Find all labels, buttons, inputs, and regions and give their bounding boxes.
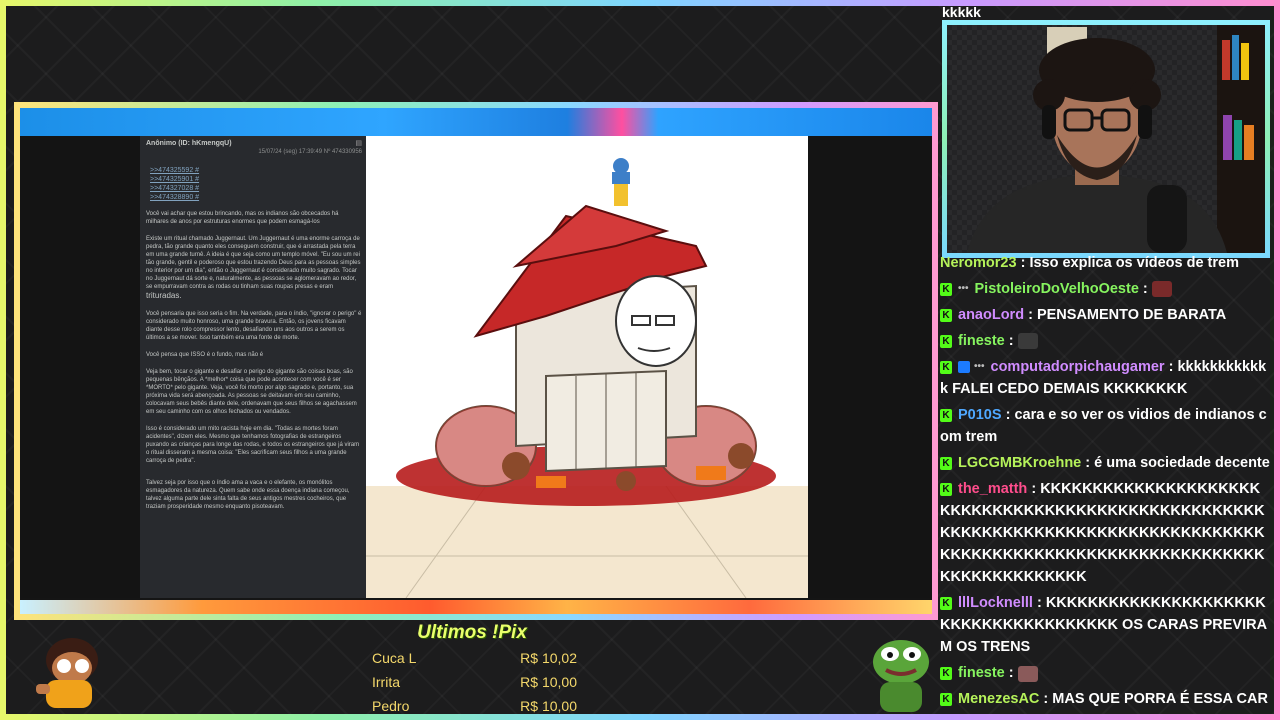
pix-row: Irrita R$ 10,00 [372, 670, 577, 694]
post-paragraph: Isso é considerado um mito racista hoje … [146, 426, 360, 464]
chat-text: é uma sociedade decente [1094, 455, 1270, 472]
chat-message: KlllLocknelll : KKKKKKKKKKKKKKKKKKKKKKKK… [940, 595, 1268, 656]
reply-link[interactable]: >>474325592 # [150, 166, 362, 175]
post-datetime: 15/07/24 (seg) 17:39:49 Nº 474330956 [258, 149, 362, 155]
pix-title: Ultimos !Pix [417, 622, 527, 643]
post-paragraph: Você pensaria que isso seria o fim. Na v… [146, 311, 362, 341]
streamer-avatar-icon [36, 638, 98, 708]
kick-badge-icon: K [940, 667, 952, 681]
chat-message: K ••• PistoleiroDoVelhoOeste : [940, 278, 1270, 300]
pix-amount: R$ 10,00 [520, 674, 577, 690]
chat-username[interactable]: P010S [958, 407, 1002, 423]
chat-panel: Neromor23 : Isso explica os vídeos de tr… [940, 252, 1270, 714]
pix-row: Pedro R$ 10,00 [372, 694, 577, 718]
chat-username[interactable]: anaoLord [958, 307, 1024, 323]
chat-username[interactable]: fineste [958, 333, 1005, 349]
chat-username[interactable]: PistoleiroDoVelhoOeste [975, 281, 1139, 297]
juggernaut-drawing [366, 158, 808, 598]
post-menu-icon[interactable]: ▤ [355, 140, 362, 148]
post-paragraph: Você vai achar que estou brincando, mas … [146, 211, 339, 225]
forum-post: Anônimo (ID: hKmengqU) ▤ 15/07/24 (seg) … [140, 136, 366, 598]
webcam-feed [947, 25, 1265, 253]
post-reply-links: >>474325592 # >>474325901 # >>474327028 … [150, 166, 362, 202]
kick-badge-icon: K [940, 483, 952, 497]
pix-amount: R$ 10,02 [520, 650, 577, 666]
chat-message: K LGCGMBKroehne : é uma sociedade decente [940, 452, 1270, 474]
emote-icon [1017, 665, 1038, 682]
dots-badge-icon: ••• [974, 361, 985, 373]
chat-username[interactable]: LGCGMBKroehne [958, 455, 1081, 471]
chat-message: K P010S : cara e so ver os vidios de indi… [940, 407, 1267, 446]
emote-icon [1017, 333, 1038, 350]
chat-username[interactable]: MenezesAC [958, 691, 1039, 707]
post-paragraph: Você pensa que ISSO é o fundo, mas não é [146, 352, 264, 358]
kick-badge-icon: K [940, 360, 952, 374]
screen-footer-bar [20, 600, 932, 614]
chat-username[interactable]: computadorpichaugamer [991, 359, 1165, 375]
pix-list: Cuca L R$ 10,02 Irrita R$ 10,00 Pedro R$… [372, 646, 577, 718]
pix-donor: Irrita [372, 674, 400, 690]
kick-badge-icon: K [940, 693, 952, 707]
screen-share-frame: Anônimo (ID: hKmengqU) ▤ 15/07/24 (seg) … [14, 102, 938, 620]
reply-link[interactable]: >>474328890 # [150, 193, 362, 202]
kick-badge-icon: K [940, 308, 952, 322]
chat-username[interactable]: the_matth [958, 481, 1027, 497]
reply-link[interactable]: >>474325901 # [150, 175, 362, 184]
chat-message: Kthe_matth : KKKKKKKKKKKKKKKKKKKKKKKKKKK… [940, 481, 1265, 586]
chat-message: Kfineste : [940, 330, 1270, 352]
cube-badge-icon [958, 361, 970, 374]
kick-badge-icon: K [940, 334, 952, 348]
post-paragraph: Talvez seja por isso que o índio ama a v… [146, 480, 350, 510]
pix-donor: Cuca L [372, 650, 417, 666]
chat-username[interactable]: lllLocknelll [958, 595, 1033, 611]
chat-previous-message: kkkkk [942, 4, 981, 20]
chat-text: Isso explica os vídeos de trem [1029, 255, 1239, 271]
kick-badge-icon: K [940, 282, 952, 296]
emote-icon [1151, 281, 1172, 298]
chat-username[interactable]: fineste [958, 665, 1005, 681]
chat-message: K ••• computadorpichaugamer : kkkkkkkkkkkk… [940, 359, 1267, 398]
chat-message: KMenezesAC : MAS QUE PORRA É ESSA CARA [940, 688, 1270, 714]
pix-row: Cuca L R$ 10,02 [372, 646, 577, 670]
dots-badge-icon: ••• [958, 283, 969, 295]
post-header: Anônimo (ID: hKmengqU) ▤ [146, 140, 362, 148]
kick-badge-icon: K [940, 457, 952, 471]
chat-message: Kfineste : [940, 662, 1270, 684]
chat-username[interactable]: Neromor23 [940, 255, 1017, 271]
screen-header-bar [20, 108, 932, 136]
chat-message: Neromor23 : Isso explica os vídeos de tr… [940, 255, 1239, 271]
chat-message: KanaoLord : PENSAMENTO DE BARATA [940, 304, 1270, 326]
kick-badge-icon: K [940, 409, 952, 423]
pix-amount: R$ 10,00 [520, 698, 577, 714]
pix-donor: Pedro [372, 698, 410, 714]
screen-content: Anônimo (ID: hKmengqU) ▤ 15/07/24 (seg) … [20, 136, 932, 598]
kick-badge-icon: K [940, 597, 952, 611]
post-paragraph: Existe um ritual chamado Juggernaut. Um … [146, 236, 361, 290]
pepe-frog-icon [873, 640, 929, 712]
post-paragraph: Veja bem, tocar o gigante e desafiar o p… [146, 369, 357, 415]
reply-link[interactable]: >>474327028 # [150, 184, 362, 193]
juggernaut-illustration [366, 136, 808, 598]
post-big-word: trituradas. [146, 291, 182, 300]
post-author: Anônimo (ID: hKmengqU) [146, 140, 232, 147]
chat-text: PENSAMENTO DE BARATA [1036, 307, 1227, 324]
webcam-frame [942, 20, 1270, 258]
